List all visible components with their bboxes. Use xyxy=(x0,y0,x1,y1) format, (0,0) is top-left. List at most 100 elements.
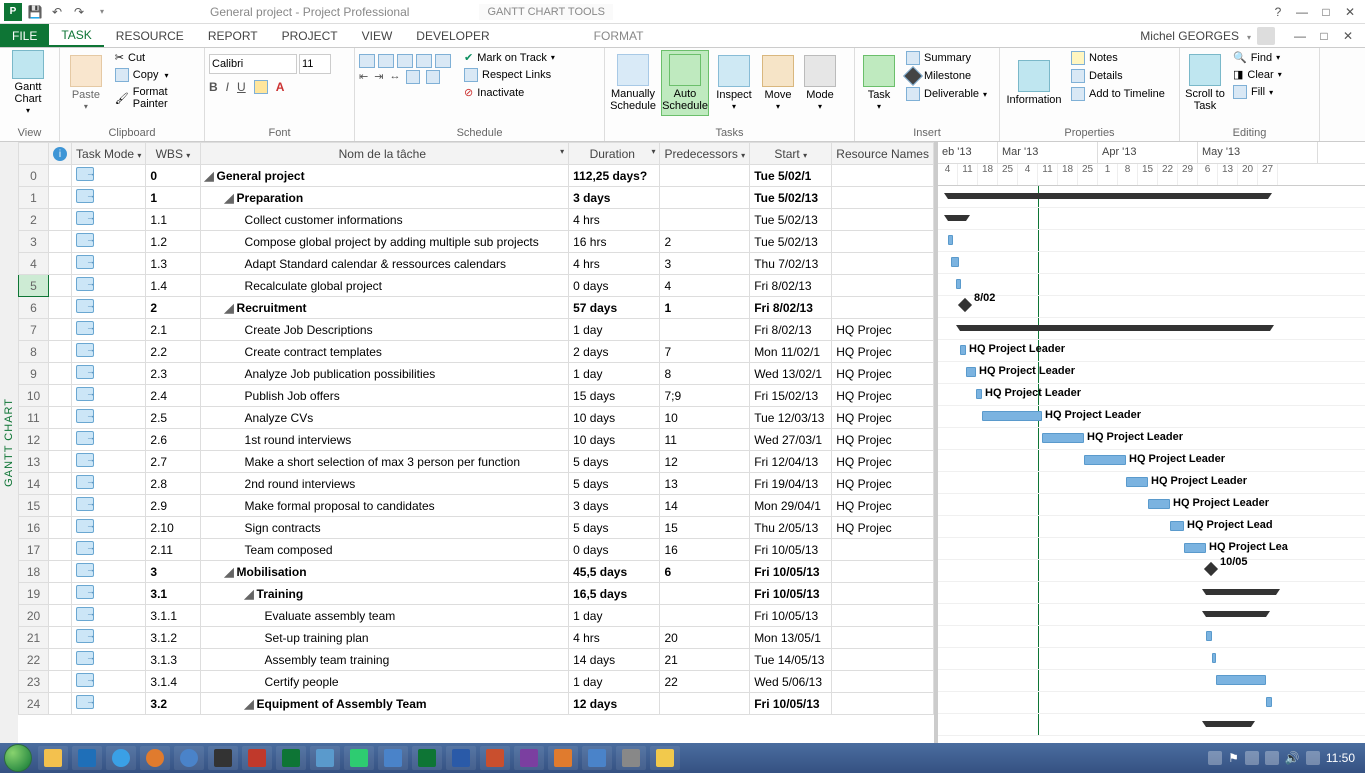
predecessor-cell[interactable]: 14 xyxy=(660,495,750,517)
gantt-row[interactable]: HQ Project Lea xyxy=(938,538,1365,560)
task-bar[interactable]: HQ Project Leader xyxy=(960,345,966,355)
table-row[interactable]: 10 2.4 Publish Job offers 15 days 7;9 Fr… xyxy=(19,385,934,407)
task-bar[interactable] xyxy=(956,279,961,289)
duration-cell[interactable]: 2 days xyxy=(569,341,660,363)
wbs-cell[interactable]: 2.11 xyxy=(146,539,200,561)
predecessor-cell[interactable]: 10 xyxy=(660,407,750,429)
start-cell[interactable]: Tue 5/02/1 xyxy=(750,165,832,187)
duration-cell[interactable]: 57 days xyxy=(569,297,660,319)
task-bar[interactable] xyxy=(1266,697,1272,707)
task-bar[interactable]: HQ Project Leader xyxy=(1084,455,1126,465)
wbs-cell[interactable]: 2.3 xyxy=(146,363,200,385)
window-close-icon[interactable]: ✕ xyxy=(1341,3,1359,21)
table-row[interactable]: 9 2.3 Analyze Job publication possibilit… xyxy=(19,363,934,385)
taskbar-app6[interactable] xyxy=(582,746,612,770)
tray-flag-icon[interactable]: ⚑ xyxy=(1228,751,1239,765)
duration-cell[interactable]: 0 days xyxy=(569,539,660,561)
duration-cell[interactable]: 4 hrs xyxy=(569,627,660,649)
duration-cell[interactable]: 5 days xyxy=(569,517,660,539)
predecessor-cell[interactable] xyxy=(660,209,750,231)
taskbar-openoffice[interactable] xyxy=(242,746,272,770)
tray-wifi-icon[interactable] xyxy=(1306,751,1320,765)
table-row[interactable]: 24 3.2 ◢Equipment of Assembly Team 12 da… xyxy=(19,693,934,715)
scroll-to-task-button[interactable]: Scroll to Task xyxy=(1184,50,1226,116)
day-header[interactable]: 4 xyxy=(938,164,958,185)
pct50-icon[interactable] xyxy=(397,54,413,68)
task-name-cell[interactable]: Adapt Standard calendar & ressources cal… xyxy=(200,253,569,275)
inactivate-button[interactable]: ⊘Inactivate xyxy=(461,85,558,100)
add-timeline-button[interactable]: Add to Timeline xyxy=(1068,86,1168,102)
resource-cell[interactable]: HQ Projec xyxy=(832,451,934,473)
task-bar[interactable]: HQ Project Leader xyxy=(982,411,1042,421)
indicator-cell[interactable] xyxy=(49,649,72,671)
taskbar-firefox[interactable] xyxy=(140,746,170,770)
resource-cell[interactable] xyxy=(832,297,934,319)
cut-button[interactable]: ✂Cut xyxy=(112,50,200,65)
font-size-select[interactable] xyxy=(299,54,331,74)
predecessor-cell[interactable]: 12 xyxy=(660,451,750,473)
start-cell[interactable]: Thu 2/05/13 xyxy=(750,517,832,539)
duration-cell[interactable]: 14 days xyxy=(569,649,660,671)
tab-view[interactable]: VIEW xyxy=(350,24,405,47)
help-icon[interactable]: ? xyxy=(1269,3,1287,21)
task-mode-cell[interactable] xyxy=(72,385,146,407)
row-number-cell[interactable]: 13 xyxy=(19,451,49,473)
task-name-cell[interactable]: ◢Preparation xyxy=(200,187,569,209)
qat-redo-icon[interactable]: ↷ xyxy=(70,3,88,21)
start-cell[interactable]: Fri 8/02/13 xyxy=(750,275,832,297)
table-row[interactable]: 3 1.2 Compose global project by adding m… xyxy=(19,231,934,253)
start-cell[interactable]: Fri 8/02/13 xyxy=(750,319,832,341)
start-cell[interactable]: Mon 11/02/1 xyxy=(750,341,832,363)
window-minimize-icon[interactable]: — xyxy=(1293,3,1311,21)
indicator-cell[interactable] xyxy=(49,341,72,363)
taskbar-app8[interactable] xyxy=(650,746,680,770)
taskbar-explorer[interactable] xyxy=(38,746,68,770)
col-indicators[interactable]: i xyxy=(49,143,72,165)
table-row[interactable]: 21 3.1.2 Set-up training plan 4 hrs 20 M… xyxy=(19,627,934,649)
task-mode-cell[interactable] xyxy=(72,693,146,715)
predecessor-cell[interactable] xyxy=(660,187,750,209)
table-row[interactable]: 15 2.9 Make formal proposal to candidate… xyxy=(19,495,934,517)
task-mode-cell[interactable] xyxy=(72,539,146,561)
taskbar-earth[interactable] xyxy=(174,746,204,770)
start-cell[interactable]: Wed 13/02/1 xyxy=(750,363,832,385)
pct75-icon[interactable] xyxy=(416,54,432,68)
task-name-cell[interactable]: ◢Recruitment xyxy=(200,297,569,319)
table-row[interactable]: 5 1.4 Recalculate global project 0 days … xyxy=(19,275,934,297)
day-header[interactable]: 4 xyxy=(1018,164,1038,185)
task-bar[interactable] xyxy=(1216,675,1266,685)
task-mode-cell[interactable] xyxy=(72,407,146,429)
gantt-row[interactable] xyxy=(938,252,1365,274)
table-row[interactable]: 23 3.1.4 Certify people 1 day 22 Wed 5/0… xyxy=(19,671,934,693)
mode-button[interactable]: Mode▾ xyxy=(801,50,839,116)
day-header[interactable]: 29 xyxy=(1178,164,1198,185)
tab-developer[interactable]: DEVELOPER xyxy=(404,24,501,47)
duration-cell[interactable]: 16,5 days xyxy=(569,583,660,605)
summary-bar[interactable] xyxy=(948,215,966,221)
wbs-cell[interactable]: 2.2 xyxy=(146,341,200,363)
task-mode-cell[interactable] xyxy=(72,495,146,517)
predecessor-cell[interactable]: 20 xyxy=(660,627,750,649)
wbs-cell[interactable]: 2.7 xyxy=(146,451,200,473)
col-resources[interactable]: Resource Names xyxy=(832,143,934,165)
wbs-cell[interactable]: 2.1 xyxy=(146,319,200,341)
task-name-cell[interactable]: Set-up training plan xyxy=(200,627,569,649)
day-header[interactable]: 20 xyxy=(1238,164,1258,185)
row-number-cell[interactable]: 6 xyxy=(19,297,49,319)
start-cell[interactable]: Tue 5/02/13 xyxy=(750,187,832,209)
month-header[interactable]: May '13 xyxy=(1198,142,1318,163)
summary-bar[interactable] xyxy=(1206,589,1276,595)
taskbar-onenote[interactable] xyxy=(514,746,544,770)
window-restore-icon[interactable]: □ xyxy=(1317,3,1335,21)
predecessor-cell[interactable] xyxy=(660,605,750,627)
day-header[interactable]: 8 xyxy=(1118,164,1138,185)
start-cell[interactable]: Fri 10/05/13 xyxy=(750,693,832,715)
predecessor-cell[interactable]: 2 xyxy=(660,231,750,253)
duration-cell[interactable]: 16 hrs xyxy=(569,231,660,253)
resource-cell[interactable] xyxy=(832,209,934,231)
task-name-cell[interactable]: ◢Equipment of Assembly Team xyxy=(200,693,569,715)
gantt-row[interactable] xyxy=(938,186,1365,208)
resource-cell[interactable] xyxy=(832,627,934,649)
predecessor-cell[interactable]: 22 xyxy=(660,671,750,693)
predecessor-cell[interactable]: 13 xyxy=(660,473,750,495)
